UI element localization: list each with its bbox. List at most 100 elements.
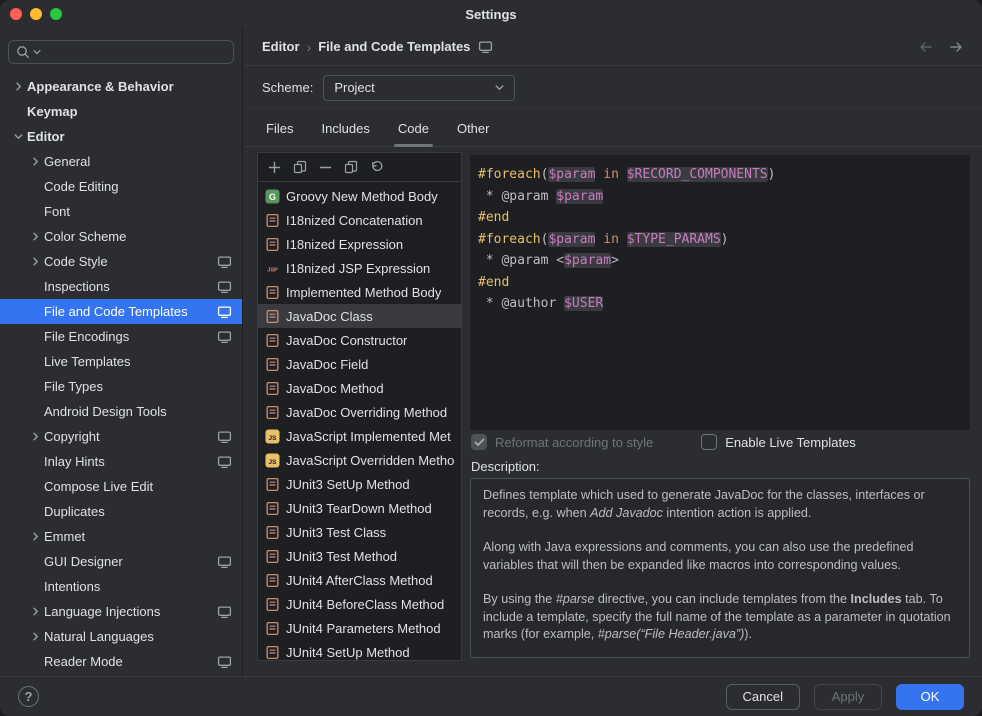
sidebar-item-keymap[interactable]: Keymap bbox=[0, 99, 242, 124]
navigate-forward-icon[interactable] bbox=[948, 40, 964, 54]
template-file-icon bbox=[264, 309, 280, 324]
sidebar-item-android-design-tools[interactable]: Android Design Tools bbox=[0, 399, 242, 424]
monitor-icon bbox=[217, 455, 232, 469]
chevron-right-icon bbox=[27, 232, 44, 241]
template-item-javascript-implemented-met[interactable]: JSJavaScript Implemented Met bbox=[258, 424, 461, 448]
sidebar-item-natural-languages[interactable]: Natural Languages bbox=[0, 624, 242, 649]
template-item-javadoc-field[interactable]: JavaDoc Field bbox=[258, 352, 461, 376]
sidebar-item-copyright[interactable]: Copyright bbox=[0, 424, 242, 449]
sidebar-item-general[interactable]: General bbox=[0, 149, 242, 174]
help-button[interactable]: ? bbox=[18, 686, 39, 707]
sidebar-item-label: Duplicates bbox=[44, 504, 105, 519]
template-item-junit3-setup-method[interactable]: JUnit3 SetUp Method bbox=[258, 472, 461, 496]
monitor-icon bbox=[217, 605, 232, 619]
template-item-label: JavaDoc Method bbox=[286, 381, 384, 396]
description-paragraph: By using the #parse directive, you can i… bbox=[483, 591, 957, 644]
settings-content: Editor › File and Code Templates Scheme:… bbox=[244, 28, 982, 676]
chevron-down-icon bbox=[495, 83, 504, 92]
sidebar-item-code-editing[interactable]: Code Editing bbox=[0, 174, 242, 199]
template-file-icon bbox=[264, 525, 280, 540]
sidebar-item-label: File Encodings bbox=[44, 329, 129, 344]
chevron-right-icon bbox=[27, 157, 44, 166]
chevron-right-icon bbox=[10, 82, 27, 91]
navigate-back-icon[interactable] bbox=[918, 40, 934, 54]
reformat-checkbox[interactable]: Reformat according to style bbox=[471, 434, 653, 450]
reset-to-default-icon[interactable] bbox=[370, 160, 384, 174]
template-item-javadoc-overriding-method[interactable]: JavaDoc Overriding Method bbox=[258, 400, 461, 424]
description-panel[interactable]: Defines template which used to generate … bbox=[470, 478, 970, 658]
ok-button[interactable]: OK bbox=[896, 684, 964, 710]
template-item-groovy-new-method-body[interactable]: GGroovy New Method Body bbox=[258, 184, 461, 208]
scheme-label: Scheme: bbox=[262, 80, 313, 95]
template-item-junit4-parameters-method[interactable]: JUnit4 Parameters Method bbox=[258, 616, 461, 640]
breadcrumb-editor[interactable]: Editor bbox=[262, 39, 300, 54]
sidebar-item-editor[interactable]: Editor bbox=[0, 124, 242, 149]
reformat-checkbox-box bbox=[471, 434, 487, 450]
fullscreen-window-button[interactable] bbox=[50, 8, 62, 20]
tab-code[interactable]: Code bbox=[394, 110, 433, 146]
template-item-implemented-method-body[interactable]: Implemented Method Body bbox=[258, 280, 461, 304]
tab-other[interactable]: Other bbox=[453, 110, 494, 146]
template-item-junit3-test-method[interactable]: JUnit3 Test Method bbox=[258, 544, 461, 568]
sidebar-item-live-templates[interactable]: Live Templates bbox=[0, 349, 242, 374]
create-child-template-icon[interactable] bbox=[293, 160, 307, 174]
template-item-junit3-teardown-method[interactable]: JUnit3 TearDown Method bbox=[258, 496, 461, 520]
template-item-label: JUnit4 AfterClass Method bbox=[286, 573, 433, 588]
template-item-label: JUnit3 SetUp Method bbox=[286, 477, 410, 492]
sidebar-item-appearance-behavior[interactable]: Appearance & Behavior bbox=[0, 74, 242, 99]
sidebar-item-color-scheme[interactable]: Color Scheme bbox=[0, 224, 242, 249]
enable-live-templates-checkbox[interactable]: Enable Live Templates bbox=[701, 434, 856, 450]
sidebar-item-code-style[interactable]: Code Style bbox=[0, 249, 242, 274]
template-item-junit4-afterclass-method[interactable]: JUnit4 AfterClass Method bbox=[258, 568, 461, 592]
description-label: Description: bbox=[471, 459, 540, 474]
description-paragraph: Along with Java expressions and comments… bbox=[483, 539, 957, 574]
titlebar: Settings bbox=[0, 0, 982, 28]
copy-template-icon[interactable] bbox=[344, 160, 358, 174]
sidebar-item-language-injections[interactable]: Language Injections bbox=[0, 599, 242, 624]
sidebar-item-emmet[interactable]: Emmet bbox=[0, 524, 242, 549]
template-item-junit4-beforeclass-method[interactable]: JUnit4 BeforeClass Method bbox=[258, 592, 461, 616]
monitor-icon bbox=[217, 280, 232, 294]
template-item-javadoc-method[interactable]: JavaDoc Method bbox=[258, 376, 461, 400]
template-item-label: JUnit4 SetUp Method bbox=[286, 645, 410, 660]
sidebar-item-inlay-hints[interactable]: Inlay Hints bbox=[0, 449, 242, 474]
add-template-icon[interactable] bbox=[268, 161, 281, 174]
sidebar-item-file-and-code-templates[interactable]: File and Code Templates bbox=[0, 299, 242, 324]
template-item-javadoc-constructor[interactable]: JavaDoc Constructor bbox=[258, 328, 461, 352]
sidebar-item-duplicates[interactable]: Duplicates bbox=[0, 499, 242, 524]
sidebar-item-file-types[interactable]: File Types bbox=[0, 374, 242, 399]
template-item-i18nized-expression[interactable]: I18nized Expression bbox=[258, 232, 461, 256]
cancel-button[interactable]: Cancel bbox=[726, 684, 800, 710]
template-code-editor[interactable]: #foreach($param in $RECORD_COMPONENTS) *… bbox=[470, 155, 970, 430]
template-item-junit4-setup-method[interactable]: JUnit4 SetUp Method bbox=[258, 640, 461, 660]
template-item-i18nized-concatenation[interactable]: I18nized Concatenation bbox=[258, 208, 461, 232]
code-line: * @param $param bbox=[478, 186, 962, 208]
tab-includes[interactable]: Includes bbox=[317, 110, 373, 146]
sidebar-item-label: Language Injections bbox=[44, 604, 160, 619]
tab-files[interactable]: Files bbox=[262, 110, 297, 146]
template-item-javascript-overridden-metho[interactable]: JSJavaScript Overridden Metho bbox=[258, 448, 461, 472]
scheme-select[interactable]: Project bbox=[323, 75, 515, 101]
sidebar-item-font[interactable]: Font bbox=[0, 199, 242, 224]
template-item-label: Groovy New Method Body bbox=[286, 189, 438, 204]
minimize-window-button[interactable] bbox=[30, 8, 42, 20]
template-item-i18nized-jsp-expression[interactable]: JSPI18nized JSP Expression bbox=[258, 256, 461, 280]
sidebar-item-reader-mode[interactable]: Reader Mode bbox=[0, 649, 242, 674]
sidebar-item-intentions[interactable]: Intentions bbox=[0, 574, 242, 599]
sidebar-item-file-encodings[interactable]: File Encodings bbox=[0, 324, 242, 349]
template-item-junit3-test-class[interactable]: JUnit3 Test Class bbox=[258, 520, 461, 544]
svg-text:JSP: JSP bbox=[267, 267, 278, 273]
settings-sidebar: Appearance & BehaviorKeymapEditorGeneral… bbox=[0, 28, 243, 676]
sidebar-item-inspections[interactable]: Inspections bbox=[0, 274, 242, 299]
settings-search-field[interactable] bbox=[8, 40, 234, 64]
template-file-icon bbox=[264, 645, 280, 660]
sidebar-item-label: Natural Languages bbox=[44, 629, 154, 644]
sidebar-item-gui-designer[interactable]: GUI Designer bbox=[0, 549, 242, 574]
template-item-javadoc-class[interactable]: JavaDoc Class bbox=[258, 304, 461, 328]
breadcrumb: Editor › File and Code Templates bbox=[244, 28, 982, 66]
remove-template-icon[interactable] bbox=[319, 161, 332, 174]
sidebar-item-label: File Types bbox=[44, 379, 103, 394]
apply-button[interactable]: Apply bbox=[814, 684, 882, 710]
sidebar-item-compose-live-edit[interactable]: Compose Live Edit bbox=[0, 474, 242, 499]
close-window-button[interactable] bbox=[10, 8, 22, 20]
